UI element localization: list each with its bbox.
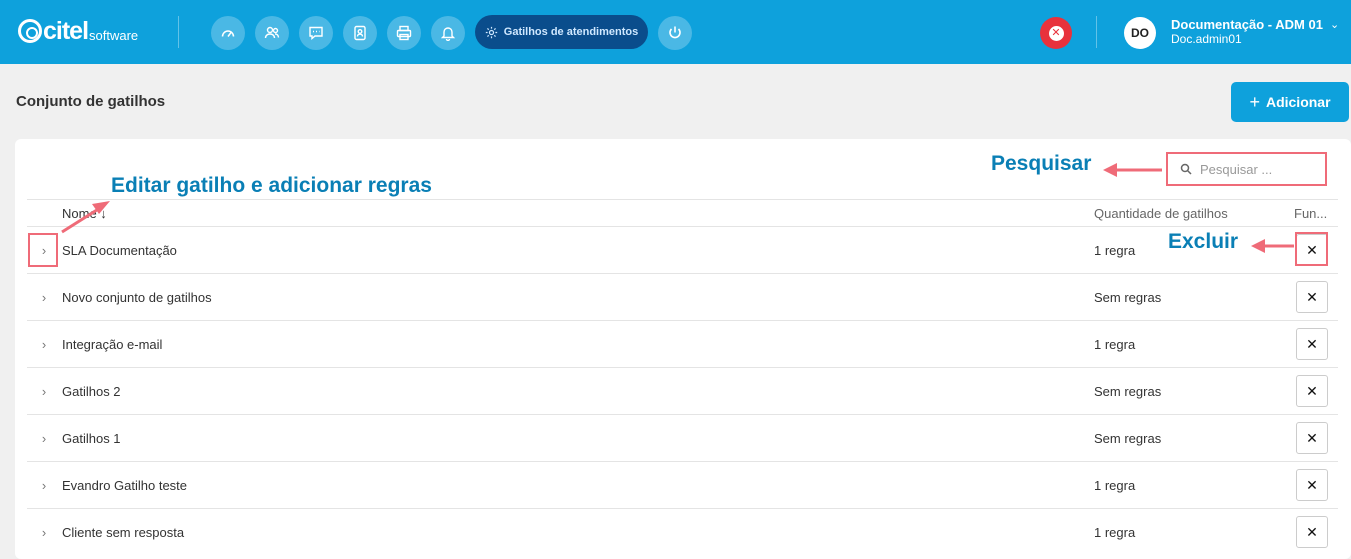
bell-icon xyxy=(440,27,456,41)
table-row[interactable]: › Cliente sem resposta 1 regra ✕ xyxy=(27,509,1338,556)
column-header-nome[interactable]: Nome ↓ xyxy=(62,206,107,221)
page-title: Conjunto de gatilhos xyxy=(16,93,166,110)
row-name: Gatilhos 1 xyxy=(62,431,121,446)
search-input[interactable] xyxy=(1200,161,1310,177)
tab-label: Gatilhos de atendimentos xyxy=(503,26,639,38)
row-name: Evandro Gatilho teste xyxy=(62,478,188,493)
expand-chevron-icon[interactable]: › xyxy=(37,337,51,352)
delete-button[interactable]: ✕ xyxy=(1296,516,1328,548)
chat-icon xyxy=(309,26,323,40)
power-icon xyxy=(669,26,681,39)
delete-button[interactable]: ✕ xyxy=(1296,281,1328,313)
tab-gatilhos-atendimentos[interactable]: Gatilhos de atendimentos xyxy=(475,15,648,49)
delete-button[interactable]: ✕ xyxy=(1296,375,1328,407)
close-button[interactable]: ✕ xyxy=(1040,17,1072,49)
divider xyxy=(178,16,179,48)
highlight-delete xyxy=(1295,232,1328,266)
table-row[interactable]: › Evandro Gatilho teste 1 regra ✕ xyxy=(27,462,1338,509)
search-icon xyxy=(1180,163,1192,175)
column-header-quantidade[interactable]: Quantidade de gatilhos xyxy=(1094,206,1228,221)
divider xyxy=(1096,16,1097,48)
search-box[interactable] xyxy=(1166,152,1327,186)
column-header-funcoes: Fun... xyxy=(1294,206,1328,221)
annotation-delete: Excluir xyxy=(1168,230,1239,253)
row-quantity: Sem regras xyxy=(1094,431,1162,446)
chevron-down-icon[interactable]: ⌄ xyxy=(1330,18,1339,31)
dashboard-button[interactable] xyxy=(211,16,245,50)
plus-icon: + xyxy=(1249,92,1260,112)
citel-logo-icon xyxy=(18,19,42,43)
expand-chevron-icon[interactable]: › xyxy=(37,290,51,305)
expand-chevron-icon[interactable]: › xyxy=(37,478,51,493)
delete-button[interactable]: ✕ xyxy=(1296,328,1328,360)
top-bar: citel software Gatilhos de atendimentos … xyxy=(0,0,1351,64)
users-icon xyxy=(264,26,280,39)
row-quantity: Sem regras xyxy=(1094,384,1162,399)
user-name[interactable]: Documentação - ADM 01 xyxy=(1171,17,1323,32)
citel-logo[interactable]: citel software xyxy=(18,16,138,46)
row-name: SLA Documentação xyxy=(62,243,177,258)
row-quantity: 1 regra xyxy=(1094,337,1136,352)
add-button[interactable]: + Adicionar xyxy=(1231,82,1349,122)
users-button[interactable] xyxy=(255,16,289,50)
row-name: Integração e-mail xyxy=(62,337,163,352)
row-quantity: 1 regra xyxy=(1094,478,1136,493)
delete-button[interactable]: ✕ xyxy=(1296,469,1328,501)
logo-main-text: citel xyxy=(43,16,89,45)
close-icon: ✕ xyxy=(1048,25,1064,41)
printer-button[interactable] xyxy=(387,16,421,50)
annotation-search: Pesquisar xyxy=(991,152,1092,175)
chat-button[interactable] xyxy=(299,16,333,50)
logo-sub-text: software xyxy=(89,27,139,43)
table-row[interactable]: › Novo conjunto de gatilhos Sem regras ✕ xyxy=(27,274,1338,321)
logout-button[interactable] xyxy=(658,16,692,50)
notifications-button[interactable] xyxy=(431,16,465,50)
row-quantity: 1 regra xyxy=(1094,243,1136,258)
user-login: Doc.admin01 xyxy=(1171,32,1242,46)
table-row[interactable]: › Integração e-mail 1 regra ✕ xyxy=(27,321,1338,368)
contacts-button[interactable] xyxy=(343,16,377,50)
row-name: Cliente sem resposta xyxy=(62,525,185,540)
annotation-edit: Editar gatilho e adicionar regras xyxy=(111,174,432,197)
row-quantity: Sem regras xyxy=(1094,290,1162,305)
divider xyxy=(27,199,1338,200)
contacts-icon xyxy=(354,25,366,41)
dashboard-icon xyxy=(221,30,235,37)
row-quantity: 1 regra xyxy=(1094,525,1136,540)
avatar[interactable]: DO xyxy=(1124,17,1156,49)
table-row[interactable]: › SLA Documentação 1 regra ✕ xyxy=(27,227,1338,274)
gear-icon xyxy=(485,26,497,38)
row-name: Gatilhos 2 xyxy=(62,384,121,399)
add-button-label: Adicionar xyxy=(1265,94,1331,110)
expand-chevron-icon[interactable]: › xyxy=(37,431,51,446)
highlight-expand xyxy=(28,233,58,267)
expand-chevron-icon[interactable]: › xyxy=(37,525,51,540)
table-row[interactable]: › Gatilhos 2 Sem regras ✕ xyxy=(27,368,1338,415)
table-row[interactable]: › Gatilhos 1 Sem regras ✕ xyxy=(27,415,1338,462)
row-name: Novo conjunto de gatilhos xyxy=(62,290,212,305)
expand-chevron-icon[interactable]: › xyxy=(37,384,51,399)
printer-icon xyxy=(396,25,412,41)
delete-button[interactable]: ✕ xyxy=(1296,422,1328,454)
